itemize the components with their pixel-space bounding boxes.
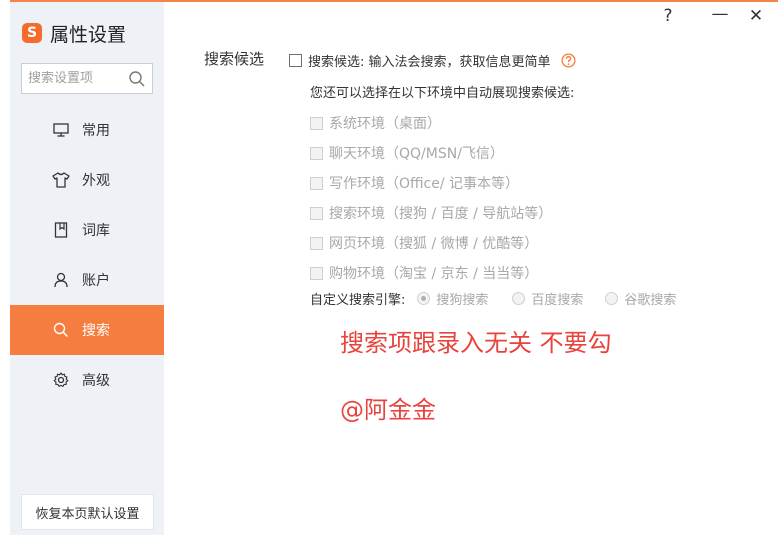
sidebar-item-label: 高级 <box>82 373 110 389</box>
sidebar-item-search[interactable]: 搜索 <box>10 305 164 355</box>
environment-label: 写作环境（Office/ 记事本等） <box>329 176 520 192</box>
section-title: 搜索候选 <box>204 50 265 68</box>
brand: S 属性设置 <box>22 20 126 46</box>
search-icon <box>52 321 70 339</box>
shirt-icon <box>52 171 70 189</box>
engine-option-google[interactable]: 谷歌搜索 <box>605 289 676 308</box>
list-item: 写作环境（Office/ 记事本等） <box>310 168 552 198</box>
sidebar-item-appearance[interactable]: 外观 <box>10 155 164 205</box>
gear-icon <box>52 371 70 389</box>
minimize-button[interactable]: — <box>710 4 730 24</box>
sidebar-item-label: 账户 <box>82 273 110 289</box>
engine-radio[interactable] <box>512 292 526 305</box>
question-icon[interactable] <box>560 53 576 68</box>
environment-checkbox[interactable] <box>310 236 323 250</box>
environment-label: 聊天环境（QQ/MSN/飞信） <box>329 146 504 162</box>
close-button[interactable]: ✕ <box>746 6 766 26</box>
magnifier-icon[interactable] <box>128 70 146 88</box>
annotation-author: @阿金金 <box>340 396 436 424</box>
engine-option-label: 搜狗搜索 <box>436 293 489 308</box>
engine-option-baidu[interactable]: 百度搜索 <box>512 289 583 308</box>
search-candidate-checkbox[interactable] <box>289 54 302 67</box>
sidebar-nav: 常用 外观 词库 账户 搜索 高级 <box>10 105 164 405</box>
environment-label: 网页环境（搜狐 / 微博 / 优酷等） <box>329 236 539 252</box>
list-item: 系统环境（桌面） <box>310 108 552 138</box>
settings-search-box[interactable] <box>21 63 153 94</box>
environment-checkbox[interactable] <box>310 176 323 190</box>
book-icon <box>52 221 70 239</box>
settings-search-input[interactable] <box>28 71 128 86</box>
list-item: 搜索环境（搜狗 / 百度 / 导航站等） <box>310 198 552 228</box>
sidebar-item-common[interactable]: 常用 <box>10 105 164 155</box>
restore-defaults-button[interactable]: 恢复本页默认设置 <box>21 494 154 530</box>
engine-radio[interactable] <box>417 292 431 305</box>
window-title: 属性设置 <box>50 23 127 46</box>
monitor-icon <box>52 121 70 139</box>
sidebar-item-account[interactable]: 账户 <box>10 255 164 305</box>
engine-radio[interactable] <box>605 292 619 305</box>
engine-option-label: 百度搜索 <box>531 293 584 308</box>
sidebar-item-label: 搜索 <box>82 323 110 339</box>
environment-description: 您还可以选择在以下环境中自动展现搜索候选: <box>310 86 575 101</box>
engine-option-sogou[interactable]: 搜狗搜索 <box>417 289 488 308</box>
sidebar-item-lexicon[interactable]: 词库 <box>10 205 164 255</box>
search-engine-label: 自定义搜索引擎: <box>310 293 406 308</box>
list-item: 网页环境（搜狐 / 微博 / 优酷等） <box>310 228 552 258</box>
list-item: 聊天环境（QQ/MSN/飞信） <box>310 138 552 168</box>
help-button[interactable]: ? <box>658 6 678 26</box>
environment-label: 系统环境（桌面） <box>329 116 441 132</box>
left-edge <box>0 0 10 535</box>
engine-option-label: 谷歌搜索 <box>624 293 677 308</box>
sogou-logo-icon: S <box>22 23 42 43</box>
search-candidate-label: 搜索候选: 输入法会搜索，获取信息更简单 <box>308 55 551 70</box>
list-item: 购物环境（淘宝 / 京东 / 当当等） <box>310 258 552 288</box>
sidebar-item-label: 词库 <box>82 223 110 239</box>
search-candidate-option[interactable]: 搜索候选: 输入法会搜索，获取信息更简单 <box>289 51 576 70</box>
annotation-note: 搜索项跟录入无关 不要勾 <box>340 329 612 357</box>
sidebar-item-advanced[interactable]: 高级 <box>10 355 164 405</box>
user-icon <box>52 271 70 289</box>
environment-list: 系统环境（桌面） 聊天环境（QQ/MSN/飞信） 写作环境（Office/ 记事… <box>310 108 552 288</box>
environment-label: 搜索环境（搜狗 / 百度 / 导航站等） <box>329 206 553 222</box>
environment-checkbox[interactable] <box>310 206 323 220</box>
search-engine-selector: 自定义搜索引擎: 搜狗搜索 百度搜索 谷歌搜索 <box>310 289 676 308</box>
sidebar-item-label: 常用 <box>82 123 110 139</box>
environment-checkbox[interactable] <box>310 266 323 280</box>
environment-checkbox[interactable] <box>310 146 323 160</box>
environment-checkbox[interactable] <box>310 116 323 130</box>
environment-label: 购物环境（淘宝 / 京东 / 当当等） <box>329 266 539 282</box>
sidebar-item-label: 外观 <box>82 173 110 189</box>
